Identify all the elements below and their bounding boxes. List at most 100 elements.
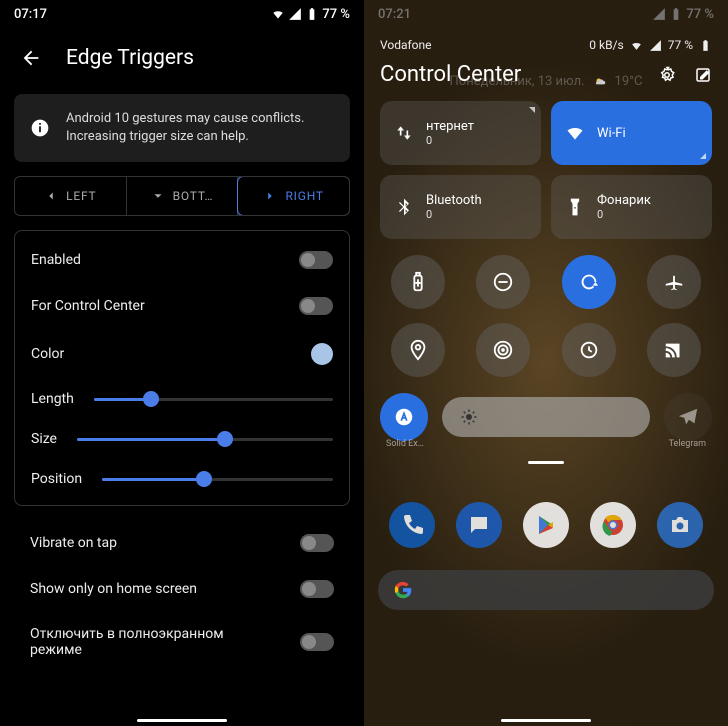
status-bar: 07:17 77 % — [0, 0, 364, 28]
tile-flashlight[interactable]: Фонарик 0 — [551, 175, 712, 239]
tile-cast[interactable] — [647, 323, 701, 377]
chrome-icon — [601, 513, 625, 537]
label-size: Size — [31, 431, 57, 447]
google-logo-icon — [392, 579, 414, 601]
gear-icon[interactable] — [658, 66, 676, 84]
wifi-icon — [565, 123, 585, 143]
tile-bluetooth[interactable]: Bluetooth 0 — [380, 175, 541, 239]
app-label-left: Solid Ex… — [386, 439, 424, 449]
cc-header: Control Center — [364, 56, 728, 101]
chevron-left-icon — [44, 189, 58, 203]
battery-icon — [669, 7, 683, 21]
slider-size[interactable] — [77, 438, 333, 441]
toggle-vibrate[interactable] — [300, 534, 334, 552]
toggle-home-only[interactable] — [300, 580, 334, 598]
tile-sync[interactable] — [562, 323, 616, 377]
toggle-for-cc[interactable] — [299, 297, 333, 315]
info-icon — [30, 118, 50, 138]
slider-position[interactable] — [102, 478, 333, 481]
tab-left-label: LEFT — [66, 189, 96, 203]
tile-data[interactable]: нтернет 0 — [380, 101, 541, 165]
telegram-tile[interactable] — [664, 393, 712, 441]
dock-messages[interactable] — [456, 502, 502, 548]
row-for-cc[interactable]: For Control Center — [31, 283, 333, 329]
tile-wifi-title: Wi-Fi — [597, 126, 626, 141]
row-size: Size — [31, 419, 333, 459]
brightness-icon — [460, 408, 478, 426]
slider-length[interactable] — [94, 398, 333, 401]
tile-grid: нтернет 0 Wi-Fi Bluetooth 0 Фонарик — [364, 101, 728, 239]
tab-bottom[interactable]: BOTT… — [127, 177, 239, 215]
label-fullscreen: Отключить в полноэкранном режиме — [30, 626, 260, 658]
dock-camera[interactable] — [657, 502, 703, 548]
label-length: Length — [31, 391, 74, 407]
tab-left[interactable]: LEFT — [15, 177, 127, 215]
carrier-label: Vodafone — [380, 38, 432, 52]
tile-dnd[interactable] — [476, 255, 530, 309]
flashlight-icon — [565, 197, 585, 217]
settings-card: Enabled For Control Center Color Length … — [14, 230, 350, 506]
bluetooth-icon — [394, 197, 414, 217]
auto-brightness-tile[interactable] — [380, 393, 428, 441]
sync-icon — [578, 339, 600, 361]
tile-wifi[interactable]: Wi-Fi — [551, 101, 712, 165]
row-color[interactable]: Color — [31, 329, 333, 379]
battery-icon — [407, 271, 429, 293]
speed-label: 0 kB/s — [589, 38, 623, 52]
dock-chrome[interactable] — [590, 502, 636, 548]
battery-text: 77 % — [322, 7, 350, 22]
telegram-icon — [677, 406, 699, 428]
dock-play[interactable] — [523, 502, 569, 548]
tab-bottom-label: BOTT… — [173, 189, 214, 203]
tab-right-label: RIGHT — [285, 189, 323, 203]
label-enabled: Enabled — [31, 252, 81, 268]
page-title: Edge Triggers — [66, 46, 194, 70]
hotspot-icon — [492, 339, 514, 361]
search-bar[interactable] — [378, 570, 714, 610]
tile-rotate[interactable] — [562, 255, 616, 309]
label-vibrate: Vibrate on tap — [30, 535, 117, 551]
status-icons: 77 % — [271, 7, 350, 22]
label-for-cc: For Control Center — [31, 298, 145, 314]
tile-data-title: нтернет — [426, 119, 474, 134]
nav-handle[interactable] — [137, 719, 227, 722]
cc-status-row: Vodafone 0 kB/s 77 % — [364, 28, 728, 56]
battery-icon — [699, 39, 712, 52]
row-enabled[interactable]: Enabled — [31, 237, 333, 283]
camera-icon — [668, 513, 692, 537]
round-tile-grid — [364, 239, 728, 385]
dock-phone[interactable] — [389, 502, 435, 548]
status-time: 07:17 — [14, 7, 47, 22]
messages-icon — [467, 513, 491, 537]
back-icon[interactable] — [20, 47, 42, 69]
tile-airplane[interactable] — [647, 255, 701, 309]
cast-icon — [663, 339, 685, 361]
brightness-slider[interactable] — [442, 397, 650, 437]
row-home-only[interactable]: Show only on home screen — [0, 566, 364, 612]
color-swatch[interactable] — [311, 343, 333, 365]
cc-title: Control Center — [380, 62, 521, 87]
tile-hotspot[interactable] — [476, 323, 530, 377]
tile-battery-saver[interactable] — [391, 255, 445, 309]
dnd-icon — [492, 271, 514, 293]
app-labels: Solid Ex… Telegram — [364, 439, 728, 449]
row-vibrate[interactable]: Vibrate on tap — [0, 520, 364, 566]
tile-flash-title: Фонарик — [597, 193, 651, 208]
cc-drag-handle[interactable] — [528, 461, 564, 464]
data-icon — [394, 123, 414, 143]
row-position: Position — [31, 459, 333, 499]
control-center-screen: 07:21 77 % Vodafone 0 kB/s 77 % Понедель… — [364, 0, 728, 726]
nav-handle[interactable] — [501, 719, 591, 722]
edit-icon[interactable] — [694, 66, 712, 84]
brightness-row — [364, 385, 728, 445]
status-icons: 77 % — [652, 7, 714, 22]
toggle-enabled[interactable] — [299, 251, 333, 269]
tile-bt-title: Bluetooth — [426, 193, 482, 208]
toggle-fullscreen[interactable] — [300, 633, 334, 651]
row-fullscreen[interactable]: Отключить в полноэкранном режиме — [0, 612, 364, 672]
tab-right[interactable]: RIGHT — [237, 176, 350, 216]
row-length: Length — [31, 379, 333, 419]
tile-bt-sub: 0 — [426, 208, 482, 221]
info-text: Android 10 gestures may cause conflicts.… — [66, 110, 334, 146]
tile-location[interactable] — [391, 323, 445, 377]
